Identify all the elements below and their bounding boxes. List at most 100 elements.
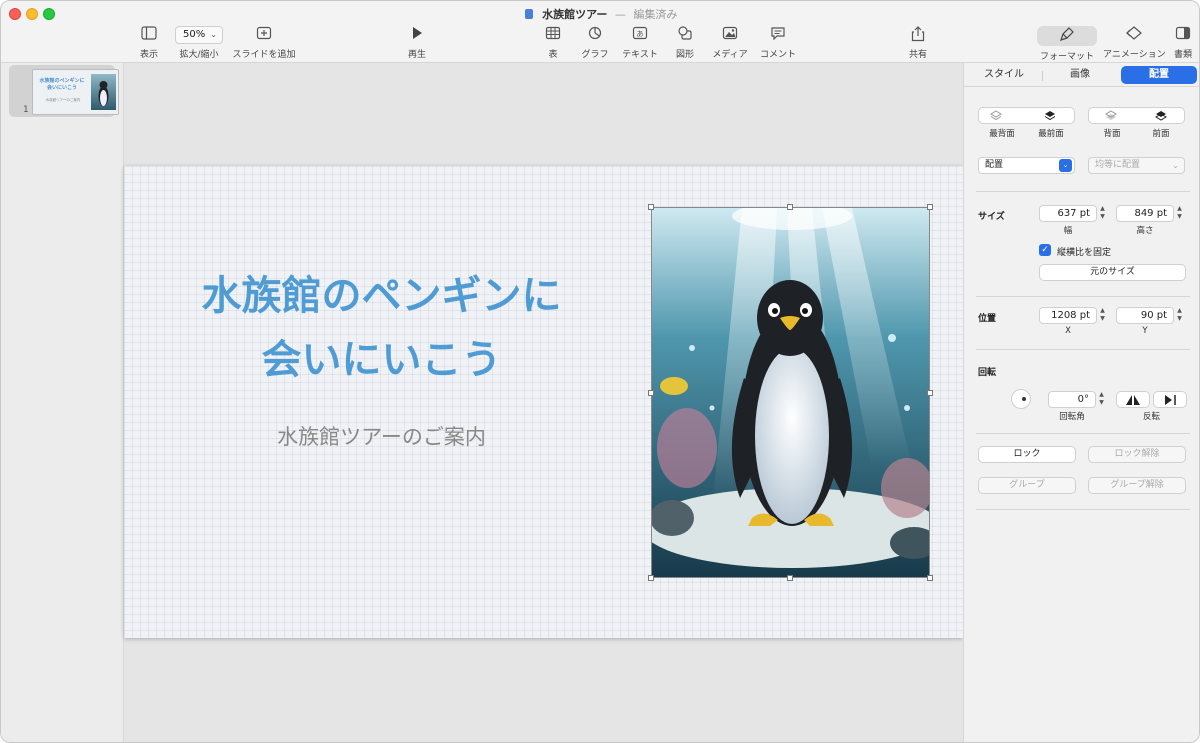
x-position-stepper[interactable]: ▲ ▼ [1098, 307, 1107, 324]
zoom-value: 50% [183, 29, 206, 40]
view-button[interactable]: 表示 [131, 26, 167, 60]
chart-button[interactable]: グラフ [577, 26, 613, 60]
y-caption: Y [1142, 326, 1148, 336]
penguin-illustration [652, 208, 929, 577]
text-button[interactable]: あ テキスト [619, 26, 661, 60]
width-stepper[interactable]: ▲ ▼ [1098, 205, 1107, 222]
slide[interactable]: 水族館のペンギンに 会いにいこう 水族館ツアーのご案内 [124, 166, 963, 638]
unlock-button[interactable]: ロック解除 [1088, 446, 1186, 463]
height-caption: 高さ [1136, 226, 1154, 236]
rotation-angle-stepper[interactable]: ▲ ▼ [1097, 391, 1106, 408]
slide-thumbnail-1[interactable]: 1 水族館のペンギンに 会いにいこう 水族館ツアーのご案内 [9, 65, 119, 117]
paintbrush-icon [1037, 26, 1097, 46]
document-status: 編集済み [633, 8, 678, 21]
align-select-value: 配置 [985, 160, 1004, 170]
format-label: フォーマット [1039, 52, 1094, 62]
animate-label: アニメーション [1103, 50, 1166, 60]
rotate-label: 回転 [978, 368, 997, 378]
divider [976, 296, 1190, 297]
add-slide-label: スライドを追加 [232, 50, 296, 60]
flip-caption: 反転 [1142, 412, 1160, 422]
format-inspector: スタイル 画像 配置 最背面 最前面 背面 前面 配置 ⌄ 均等に配置 ⌄ サイ… [963, 63, 1199, 742]
document-title[interactable]: 水族館ツアー [542, 8, 607, 21]
tab-style[interactable]: スタイル [968, 66, 1040, 84]
width-caption: 幅 [1063, 226, 1073, 236]
resize-handle-top-right[interactable] [927, 204, 933, 210]
align-select[interactable]: 配置 ⌄ [978, 157, 1075, 174]
send-to-back-button[interactable] [990, 110, 1002, 124]
shape-button[interactable]: 図形 [669, 26, 701, 60]
chevron-down-icon: ⌄ [1172, 161, 1179, 170]
bring-to-front-label: 最前面 [1038, 129, 1064, 139]
lock-button[interactable]: ロック [978, 446, 1076, 463]
table-button[interactable]: 表 [537, 26, 569, 60]
rotation-dial[interactable] [1011, 389, 1031, 409]
slide-title[interactable]: 水族館のペンギンに 会いにいこう [144, 264, 619, 392]
penguin-image[interactable] [651, 207, 930, 578]
resize-handle-bottom-right[interactable] [927, 575, 933, 581]
layers-front-icon [1044, 111, 1056, 121]
shape-icon [669, 26, 701, 44]
tab-image[interactable]: 画像 [1044, 66, 1116, 84]
flip-horizontal-icon [1126, 395, 1140, 405]
ungroup-button[interactable]: グループ解除 [1088, 477, 1186, 494]
tab-arrange[interactable]: 配置 [1121, 66, 1197, 84]
constrain-proportions-label: 縦横比を固定 [1057, 248, 1112, 258]
resize-handle-bottom[interactable] [787, 575, 793, 581]
resize-handle-left[interactable] [648, 390, 654, 396]
photo-icon [709, 26, 751, 44]
add-slide-button[interactable]: スライドを追加 [229, 26, 299, 60]
width-field[interactable]: 637 pt [1039, 205, 1097, 222]
send-backward-button[interactable] [1105, 110, 1117, 124]
x-caption: X [1065, 326, 1071, 336]
divider [976, 509, 1190, 510]
bring-to-front-button[interactable] [1044, 110, 1056, 124]
zoom-select[interactable]: 50% ⌄ [175, 26, 223, 44]
view-label: 表示 [139, 50, 158, 60]
chart-icon [577, 26, 613, 44]
distribute-select-value: 均等に配置 [1095, 160, 1141, 170]
slide-subtitle[interactable]: 水族館ツアーのご案内 [144, 421, 619, 451]
height-stepper[interactable]: ▲ ▼ [1175, 205, 1184, 222]
document-button[interactable]: 書類 [1169, 26, 1197, 60]
share-button[interactable]: 共有 [901, 26, 935, 60]
slide-number: 1 [23, 105, 29, 115]
rotation-angle-field[interactable]: 0° [1048, 391, 1096, 408]
document-label: 書類 [1173, 50, 1192, 60]
sidebar-icon [131, 26, 167, 44]
send-to-back-label: 最背面 [989, 129, 1015, 139]
y-position-stepper[interactable]: ▲ ▼ [1175, 307, 1184, 324]
divider [976, 349, 1190, 350]
media-label: メディア [712, 50, 748, 60]
diamond-icon [1103, 26, 1165, 44]
comment-button[interactable]: コメント [757, 26, 799, 60]
format-button[interactable]: フォーマット [1037, 26, 1097, 62]
layer-forward-icon [1155, 111, 1167, 121]
x-position-field[interactable]: 1208 pt [1039, 307, 1097, 324]
layers-back-icon [990, 110, 1002, 121]
flip-vertical-button[interactable] [1153, 391, 1187, 408]
play-label: 再生 [407, 50, 426, 60]
resize-handle-right[interactable] [927, 390, 933, 396]
original-size-button[interactable]: 元のサイズ [1039, 264, 1186, 281]
resize-handle-top-left[interactable] [648, 204, 654, 210]
play-button[interactable]: 再生 [399, 26, 435, 60]
table-label: 表 [548, 50, 558, 60]
media-button[interactable]: メディア [709, 26, 751, 60]
slide-thumbnail-preview: 水族館のペンギンに 会いにいこう 水族館ツアーのご案内 [32, 69, 119, 115]
keynote-window: 水族館ツアー — 編集済み 表示 50% ⌄ 拡大/縮小 スライドを追加 再生 … [0, 0, 1200, 743]
group-button[interactable]: グループ [978, 477, 1076, 494]
resize-handle-bottom-left[interactable] [648, 575, 654, 581]
animate-button[interactable]: アニメーション [1103, 26, 1166, 60]
zoom-control[interactable]: 50% ⌄ 拡大/縮小 [173, 26, 225, 60]
text-icon: あ [619, 26, 661, 44]
flip-horizontal-button[interactable] [1116, 391, 1150, 408]
distribute-select[interactable]: 均等に配置 ⌄ [1088, 157, 1185, 174]
resize-handle-top[interactable] [787, 204, 793, 210]
y-position-field[interactable]: 90 pt [1116, 307, 1174, 324]
constrain-proportions-checkbox[interactable]: ✓ [1039, 244, 1051, 256]
bring-forward-button[interactable] [1155, 110, 1167, 124]
height-field[interactable]: 849 pt [1116, 205, 1174, 222]
text-label: テキスト [622, 50, 658, 60]
chevron-down-icon: ⌄ [210, 30, 217, 39]
